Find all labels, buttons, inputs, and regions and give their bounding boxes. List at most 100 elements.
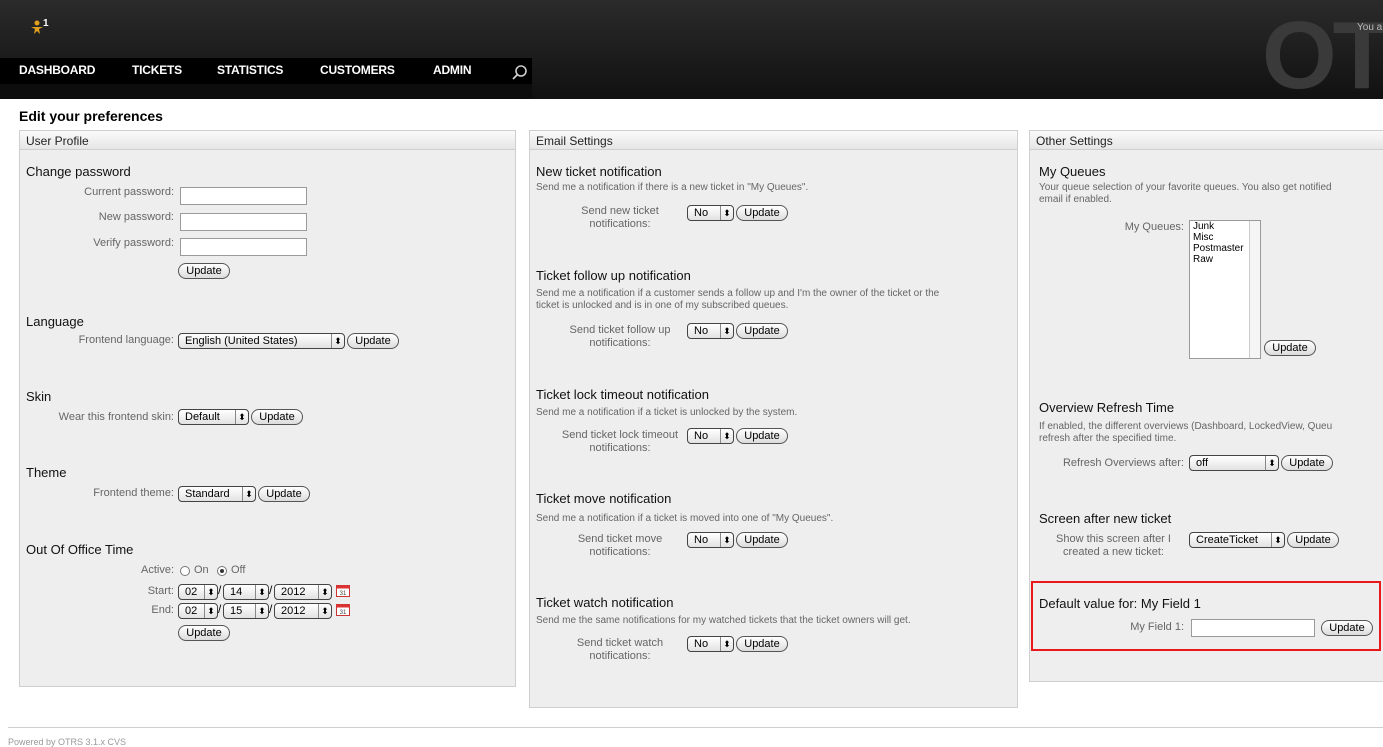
select-arrow-icon: ⬍ — [255, 585, 268, 599]
language-title: Language — [26, 314, 84, 329]
svg-text:31: 31 — [340, 591, 347, 597]
search-icon[interactable] — [511, 64, 529, 82]
nav-underline — [0, 84, 532, 99]
out-of-office-update-button[interactable]: Update — [178, 625, 230, 641]
select-arrow-icon: ⬍ — [318, 585, 331, 599]
select-arrow-icon: ⬍ — [331, 334, 344, 348]
notification-area[interactable]: 1 — [24, 16, 64, 56]
new-ticket-select[interactable]: No ⬍ — [687, 205, 734, 221]
move-label: Send ticket move notifications: — [577, 533, 663, 558]
move-title: Ticket move notification — [536, 491, 672, 506]
follow-up-desc: Send me a notification if a customer sen… — [536, 288, 940, 311]
select-arrow-icon: ⬍ — [720, 533, 733, 547]
new-ticket-label: Send new ticket notifications: — [581, 205, 659, 230]
refresh-update-button[interactable]: Update — [1281, 455, 1333, 471]
calendar-icon[interactable]: 31 — [336, 584, 350, 597]
frontend-language-label: Frontend language: — [78, 334, 174, 346]
new-ticket-update-button[interactable]: Update — [736, 205, 788, 221]
frontend-theme-label: Frontend theme: — [93, 487, 174, 499]
end-year-select[interactable]: 2012 ⬍ — [274, 603, 332, 619]
theme-select[interactable]: Standard ⬍ — [178, 486, 256, 502]
notification-count: 1 — [43, 18, 49, 29]
skin-select[interactable]: Default ⬍ — [178, 409, 249, 425]
date-separator: / — [269, 602, 273, 616]
verify-password-label: Verify password: — [93, 237, 174, 249]
screen-after-select[interactable]: CreateTicket ⬍ — [1189, 532, 1285, 548]
new-password-input[interactable] — [180, 213, 307, 231]
theme-update-button[interactable]: Update — [258, 486, 310, 502]
watch-select[interactable]: No ⬍ — [687, 636, 734, 652]
refresh-title: Overview Refresh Time — [1039, 400, 1175, 415]
start-day-select[interactable]: 14 ⬍ — [223, 584, 269, 600]
highlight-box — [1031, 581, 1381, 651]
lock-timeout-label: Send ticket lock timeout notifications: — [561, 429, 679, 454]
verify-password-input[interactable] — [180, 238, 307, 256]
date-separator: / — [218, 602, 222, 616]
calendar-icon[interactable]: 31 — [336, 603, 350, 616]
nav-tickets[interactable]: TICKETS — [132, 63, 182, 77]
follow-up-label: Send ticket follow up notifications: — [569, 324, 671, 349]
lock-timeout-select[interactable]: No ⬍ — [687, 428, 734, 444]
active-on-radio[interactable] — [180, 566, 190, 576]
end-label: End: — [151, 604, 174, 616]
current-password-label: Current password: — [84, 186, 174, 198]
select-arrow-icon: ⬍ — [235, 410, 248, 424]
lock-timeout-update-button[interactable]: Update — [736, 428, 788, 444]
my-queues-update-button[interactable]: Update — [1264, 340, 1316, 356]
start-year-select[interactable]: 2012 ⬍ — [274, 584, 332, 600]
person-icon[interactable] — [30, 20, 44, 34]
active-on-label: On — [194, 564, 209, 576]
screen-after-title: Screen after new ticket — [1039, 511, 1172, 526]
select-arrow-icon: ⬍ — [720, 429, 733, 443]
nav-dashboard[interactable]: DASHBOARD — [19, 63, 95, 77]
date-separator: / — [269, 583, 273, 597]
skin-update-button[interactable]: Update — [251, 409, 303, 425]
select-arrow-icon: ⬍ — [255, 604, 268, 618]
select-arrow-icon: ⬍ — [720, 206, 733, 220]
end-day-select[interactable]: 15 ⬍ — [223, 603, 269, 619]
frontend-skin-label: Wear this frontend skin: — [58, 411, 174, 423]
footer-text: Powered by OTRS 3.1.x CVS — [8, 737, 127, 747]
email-settings-header: Email Settings — [530, 131, 1017, 150]
language-update-button[interactable]: Update — [347, 333, 399, 349]
screen-after-label: Show this screen after Icreated a new ti… — [1056, 533, 1171, 558]
my-queues-listbox[interactable]: Junk Misc Postmaster Raw — [1189, 220, 1261, 359]
follow-up-update-button[interactable]: Update — [736, 323, 788, 339]
new-ticket-title: New ticket notification — [536, 164, 662, 179]
start-month-select[interactable]: 02 ⬍ — [178, 584, 218, 600]
follow-up-select[interactable]: No ⬍ — [687, 323, 734, 339]
user-profile-header: User Profile — [20, 131, 515, 150]
end-month-select[interactable]: 02 ⬍ — [178, 603, 218, 619]
follow-up-title: Ticket follow up notification — [536, 268, 691, 283]
new-ticket-desc: Send me a notification if there is a new… — [536, 182, 809, 193]
current-password-input[interactable] — [180, 187, 307, 205]
start-label: Start: — [147, 585, 174, 597]
skin-title: Skin — [26, 389, 52, 404]
active-off-label: Off — [231, 564, 246, 576]
top-header: 1 DASHBOARD TICKETS STATISTICS CUSTOMERS… — [0, 0, 1383, 99]
refresh-select[interactable]: off ⬍ — [1189, 455, 1279, 471]
select-arrow-icon: ⬍ — [1271, 533, 1284, 547]
nav-admin[interactable]: ADMIN — [433, 63, 472, 77]
password-update-button[interactable]: Update — [178, 263, 230, 279]
email-settings-panel: Email Settings New ticket notification S… — [529, 130, 1018, 708]
screen-after-update-button[interactable]: Update — [1287, 532, 1339, 548]
listbox-scrollbar[interactable] — [1249, 221, 1260, 358]
move-update-button[interactable]: Update — [736, 532, 788, 548]
refresh-desc: If enabled, the different overviews (Das… — [1039, 421, 1333, 444]
other-settings-header: Other Settings — [1030, 131, 1383, 150]
nav-customers[interactable]: CUSTOMERS — [320, 63, 395, 77]
language-select[interactable]: English (United States) ⬍ — [178, 333, 345, 349]
page-title: Edit your preferences — [19, 108, 163, 124]
select-arrow-icon: ⬍ — [318, 604, 331, 618]
select-arrow-icon: ⬍ — [1265, 456, 1278, 470]
user-info: You a — [1357, 22, 1383, 33]
select-arrow-icon: ⬍ — [242, 487, 255, 501]
change-password-title: Change password — [26, 164, 131, 179]
move-select[interactable]: No ⬍ — [687, 532, 734, 548]
watch-update-button[interactable]: Update — [736, 636, 788, 652]
watch-label: Send ticket watch notifications: — [576, 637, 664, 662]
active-off-radio[interactable] — [217, 566, 227, 576]
move-desc: Send me a notification if a ticket is mo… — [536, 513, 834, 524]
nav-statistics[interactable]: STATISTICS — [217, 63, 283, 77]
